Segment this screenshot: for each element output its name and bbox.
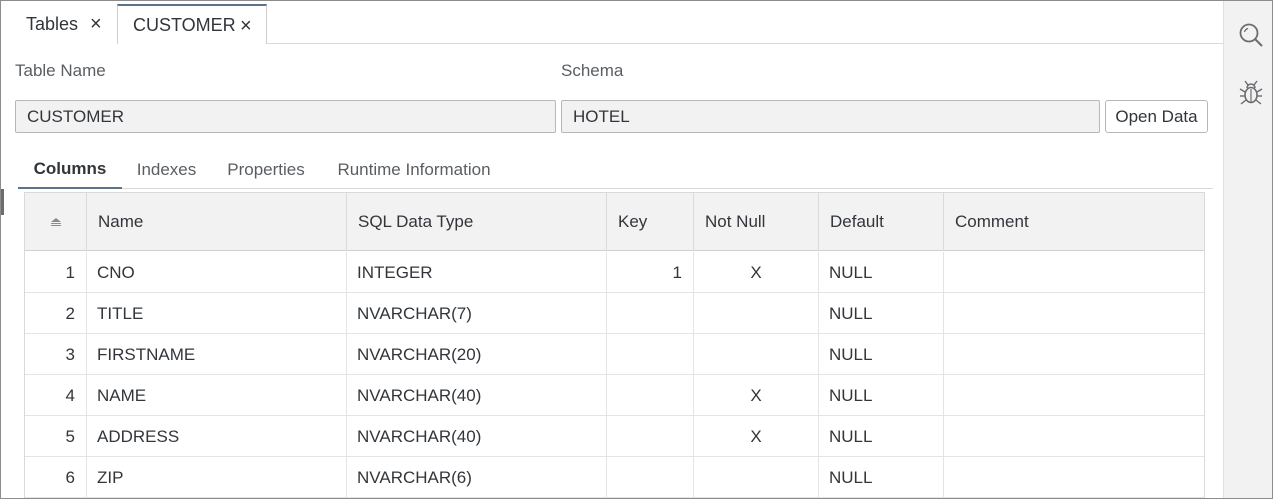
header-name[interactable]: Name: [87, 193, 347, 251]
header-default[interactable]: Default: [819, 193, 944, 251]
tab-indexes[interactable]: Indexes: [128, 151, 205, 189]
table-row[interactable]: 6 ZIP NVARCHAR(6) NULL: [25, 457, 1204, 498]
close-icon[interactable]: ×: [90, 13, 102, 36]
table-row[interactable]: 4 NAME NVARCHAR(40) X NULL: [25, 375, 1204, 416]
not-null-cell[interactable]: X: [694, 252, 819, 293]
comment-cell[interactable]: [944, 293, 1204, 334]
tab-properties[interactable]: Properties: [219, 151, 313, 189]
row-number-cell[interactable]: 4: [25, 375, 87, 416]
default-cell[interactable]: NULL: [819, 457, 944, 498]
bug-icon[interactable]: [1237, 79, 1265, 107]
comment-cell[interactable]: [944, 416, 1204, 457]
tab-runtime-information[interactable]: Runtime Information: [329, 151, 499, 189]
row-number-cell[interactable]: 3: [25, 334, 87, 375]
tab-tables-label: Tables: [26, 13, 79, 34]
name-cell[interactable]: TITLE: [87, 293, 347, 334]
tab-customer[interactable]: CUSTOMER ×: [117, 4, 267, 44]
table-name-label: Table Name: [15, 61, 106, 80]
key-cell[interactable]: 1: [607, 252, 694, 293]
comment-cell[interactable]: [944, 375, 1204, 416]
tab-customer-label: CUSTOMER: [133, 14, 236, 35]
default-cell[interactable]: NULL: [819, 375, 944, 416]
key-cell[interactable]: [607, 334, 694, 375]
sql-data-type-cell[interactable]: NVARCHAR(6): [347, 457, 607, 498]
key-cell[interactable]: [607, 293, 694, 334]
tab-columns[interactable]: Columns: [18, 151, 122, 189]
name-cell[interactable]: ZIP: [87, 457, 347, 498]
key-cell[interactable]: [607, 416, 694, 457]
row-number-cell[interactable]: 2: [25, 293, 87, 334]
left-edge-marker: [1, 189, 4, 215]
name-cell[interactable]: ADDRESS: [87, 416, 347, 457]
app-window: Tables × CUSTOMER × Table Name Schema CU…: [0, 0, 1273, 499]
header-sql-data-type[interactable]: SQL Data Type: [347, 193, 607, 251]
not-null-cell[interactable]: [694, 334, 819, 375]
row-number-cell[interactable]: 6: [25, 457, 87, 498]
row-number-header[interactable]: [25, 193, 87, 251]
sql-data-type-cell[interactable]: NVARCHAR(20): [347, 334, 607, 375]
default-cell[interactable]: NULL: [819, 416, 944, 457]
header-comment[interactable]: Comment: [944, 193, 1204, 251]
tab-tables[interactable]: Tables ×: [7, 4, 117, 44]
search-icon[interactable]: [1237, 21, 1265, 49]
key-cell[interactable]: [607, 457, 694, 498]
schema-field[interactable]: HOTEL: [561, 100, 1100, 133]
sql-data-type-cell[interactable]: NVARCHAR(7): [347, 293, 607, 334]
key-cell[interactable]: [607, 375, 694, 416]
editor-tab-strip: Tables × CUSTOMER ×: [7, 4, 1223, 44]
close-icon[interactable]: ×: [240, 15, 252, 38]
default-cell[interactable]: NULL: [819, 293, 944, 334]
row-number-cell[interactable]: 5: [25, 416, 87, 457]
table-row[interactable]: 1 CNO INTEGER 1 X NULL: [25, 252, 1204, 293]
default-cell[interactable]: NULL: [819, 334, 944, 375]
side-panel: [1223, 1, 1272, 498]
not-null-cell[interactable]: [694, 293, 819, 334]
name-cell[interactable]: NAME: [87, 375, 347, 416]
sql-data-type-cell[interactable]: INTEGER: [347, 252, 607, 293]
table-name-field[interactable]: CUSTOMER: [15, 100, 556, 133]
sql-data-type-cell[interactable]: NVARCHAR(40): [347, 375, 607, 416]
header-not-null[interactable]: Not Null: [694, 193, 819, 251]
open-data-button[interactable]: Open Data: [1105, 100, 1208, 133]
not-null-cell[interactable]: X: [694, 416, 819, 457]
row-number-cell[interactable]: 1: [25, 252, 87, 293]
table-row[interactable]: 2 TITLE NVARCHAR(7) NULL: [25, 293, 1204, 334]
header-key[interactable]: Key: [607, 193, 694, 251]
not-null-cell[interactable]: [694, 457, 819, 498]
table-row[interactable]: 5 ADDRESS NVARCHAR(40) X NULL: [25, 416, 1204, 457]
schema-label: Schema: [561, 61, 624, 80]
sort-icon: [50, 218, 61, 226]
table-header: Name SQL Data Type Key Not Null Default …: [25, 193, 1204, 251]
detail-tabs: Columns Indexes Properties Runtime Infor…: [18, 151, 1213, 189]
columns-table: Name SQL Data Type Key Not Null Default …: [24, 192, 1205, 498]
sql-data-type-cell[interactable]: NVARCHAR(40): [347, 416, 607, 457]
comment-cell[interactable]: [944, 252, 1204, 293]
comment-cell[interactable]: [944, 457, 1204, 498]
not-null-cell[interactable]: X: [694, 375, 819, 416]
table-row[interactable]: 3 FIRSTNAME NVARCHAR(20) NULL: [25, 334, 1204, 375]
comment-cell[interactable]: [944, 334, 1204, 375]
default-cell[interactable]: NULL: [819, 252, 944, 293]
name-cell[interactable]: CNO: [87, 252, 347, 293]
name-cell[interactable]: FIRSTNAME: [87, 334, 347, 375]
